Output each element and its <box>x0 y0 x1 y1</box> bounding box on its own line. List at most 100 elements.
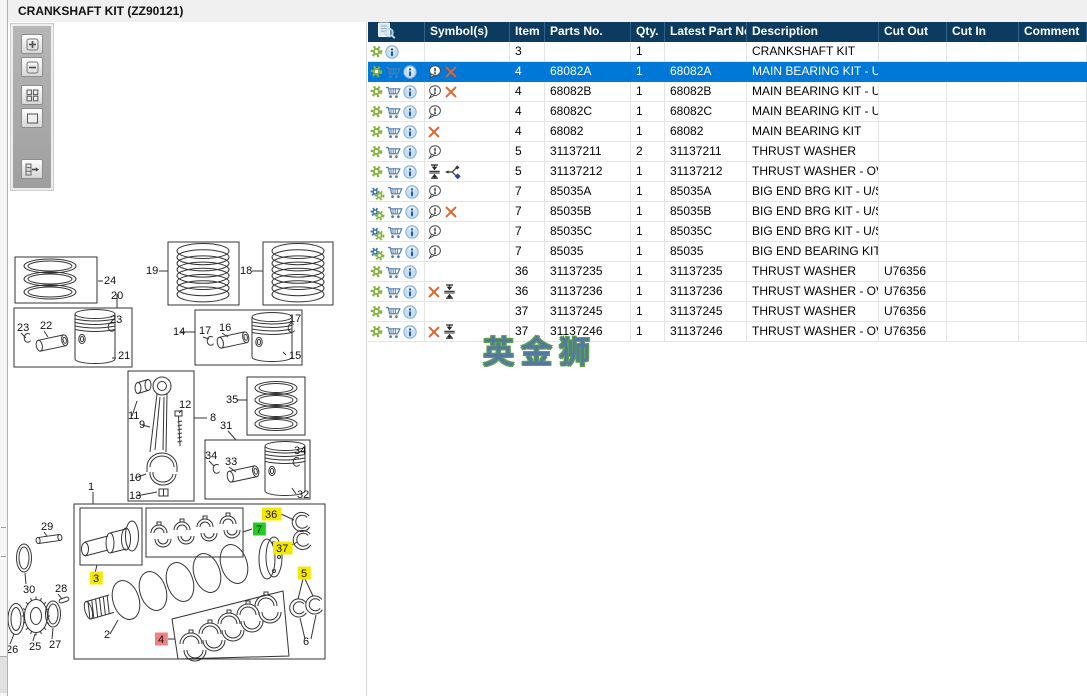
diagram-hotspot-7[interactable]: 7 <box>253 523 266 537</box>
splitter-thumb[interactable] <box>0 656 7 693</box>
table-row[interactable]: 468082A168082AMAIN BEARING KIT - U/S <box>368 62 1087 82</box>
gear-green-icon[interactable] <box>374 230 385 241</box>
diagram-hotspot-4[interactable]: 4 <box>155 633 168 647</box>
gear-green-icon[interactable] <box>374 250 385 261</box>
left-splitter[interactable] <box>0 0 8 696</box>
gear-icon[interactable] <box>370 85 383 98</box>
cell-latest_part_no: 31137211 <box>665 142 747 162</box>
table-row[interactable]: 468082B168082BMAIN BEARING KIT - U/S <box>368 82 1087 102</box>
cell-description: BIG END BEARING KIT <box>747 242 879 262</box>
gear-icon[interactable] <box>370 265 383 278</box>
cell-parts_no: 85035A <box>545 182 631 202</box>
svg-text:16: 16 <box>219 322 231 334</box>
cell-item: 4 <box>510 102 545 122</box>
info-icon[interactable] <box>403 105 417 119</box>
cart-icon[interactable] <box>387 245 403 259</box>
cart-icon[interactable] <box>385 105 401 119</box>
cart-icon[interactable] <box>385 65 401 79</box>
parts-list-search-icon[interactable] <box>375 22 396 39</box>
table-row[interactable]: 3731137246131137246THRUST WASHER - OVERS… <box>368 322 1087 342</box>
diagram-hotspot-5[interactable]: 5 <box>298 567 311 581</box>
cell-cut_in <box>947 42 1019 62</box>
gear-icon[interactable] <box>370 165 383 178</box>
gears-icon[interactable] <box>370 204 385 219</box>
table-row[interactable]: 468082C168082CMAIN BEARING KIT - U/S <box>368 102 1087 122</box>
zoom-in-button[interactable] <box>21 34 43 54</box>
info-icon[interactable] <box>385 45 399 59</box>
table-row[interactable]: 3631137236131137236THRUST WASHER - OVERS… <box>368 282 1087 302</box>
cart-icon[interactable] <box>385 165 401 179</box>
svg-text:4: 4 <box>158 634 164 646</box>
table-row[interactable]: 3731137245131137245THRUST WASHERU76356 <box>368 302 1087 322</box>
table-row[interactable]: 531137211231137211THRUST WASHER <box>368 142 1087 162</box>
cart-icon[interactable] <box>385 285 401 299</box>
single-view-button[interactable] <box>21 108 43 128</box>
info-icon[interactable] <box>403 265 417 279</box>
toggle-list-panel-button[interactable] <box>21 159 43 179</box>
gear-icon[interactable] <box>370 305 383 318</box>
table-row[interactable]: 3631137235131137235THRUST WASHERU76356 <box>368 262 1087 282</box>
svg-text:32: 32 <box>297 489 309 501</box>
cart-icon[interactable] <box>387 225 403 239</box>
cart-icon[interactable] <box>385 265 401 279</box>
info-icon[interactable] <box>403 165 417 179</box>
diagram-hotspot-3[interactable]: 3 <box>90 572 103 586</box>
table-row[interactable]: 785035C185035CBIG END BRG KIT - U/S <box>368 222 1087 242</box>
info-icon[interactable] <box>405 225 419 239</box>
info-icon[interactable] <box>403 325 417 339</box>
cart-icon[interactable] <box>385 325 401 339</box>
gear-icon[interactable] <box>370 105 383 118</box>
gear-icon[interactable] <box>370 45 383 58</box>
cell-latest_part_no: 68082 <box>665 122 747 142</box>
gear-green-icon[interactable] <box>374 210 385 221</box>
gear-icon[interactable] <box>370 125 383 138</box>
gears-icon[interactable] <box>370 184 385 199</box>
table-row[interactable]: 785035B185035BBIG END BRG KIT - U/S <box>368 202 1087 222</box>
gear-icon[interactable] <box>370 145 383 158</box>
table-row[interactable]: 31CRANKSHAFT KIT <box>368 42 1087 62</box>
cell-item: 4 <box>510 82 545 102</box>
zoom-out-button[interactable] <box>21 57 43 77</box>
info-icon[interactable] <box>403 285 417 299</box>
svg-text:34: 34 <box>294 445 306 457</box>
cell-comment <box>1019 122 1087 142</box>
diagram-callout-27: 27 <box>49 639 61 651</box>
gears-icon[interactable] <box>370 224 385 239</box>
info-icon[interactable] <box>403 125 417 139</box>
gears-icon[interactable] <box>370 244 385 259</box>
info-icon[interactable] <box>405 245 419 259</box>
info-icon[interactable] <box>405 205 419 219</box>
gear-icon[interactable] <box>370 285 383 298</box>
cell-cut_out <box>879 82 947 102</box>
cell-qty: 1 <box>631 42 665 62</box>
gear-green-icon[interactable] <box>374 190 385 201</box>
diagram-callout-16: 16 <box>219 322 231 334</box>
cart-icon[interactable] <box>385 145 401 159</box>
cell-cut_in <box>947 102 1019 122</box>
table-row[interactable]: 785035A185035ABIG END BRG KIT - U/S <box>368 182 1087 202</box>
diagram-hotspot-37[interactable]: 37 <box>273 542 293 556</box>
diagram-hotspot-36[interactable]: 36 <box>262 508 282 522</box>
info-icon[interactable] <box>403 305 417 319</box>
gear-icon[interactable] <box>370 325 383 338</box>
cart-icon[interactable] <box>385 85 401 99</box>
diagram-callout-20: 20 <box>111 290 123 302</box>
cart-icon[interactable] <box>385 305 401 319</box>
tile-view-button[interactable] <box>21 85 43 105</box>
info-icon[interactable] <box>403 65 417 79</box>
cell-item: 7 <box>510 202 545 222</box>
info-icon[interactable] <box>405 185 419 199</box>
table-row[interactable]: 785035185035BIG END BEARING KIT <box>368 242 1087 262</box>
cell-qty: 1 <box>631 202 665 222</box>
cart-icon[interactable] <box>387 205 403 219</box>
cart-icon[interactable] <box>385 125 401 139</box>
svg-text:25: 25 <box>29 641 41 653</box>
info-icon[interactable] <box>403 145 417 159</box>
note-balloon-icon <box>428 205 442 219</box>
table-row[interactable]: 468082168082MAIN BEARING KIT <box>368 122 1087 142</box>
gear-icon[interactable] <box>370 65 383 78</box>
table-row[interactable]: 531137212131137212THRUST WASHER - OVERS <box>368 162 1087 182</box>
cell-cut_in <box>947 202 1019 222</box>
info-icon[interactable] <box>403 85 417 99</box>
cart-icon[interactable] <box>387 185 403 199</box>
